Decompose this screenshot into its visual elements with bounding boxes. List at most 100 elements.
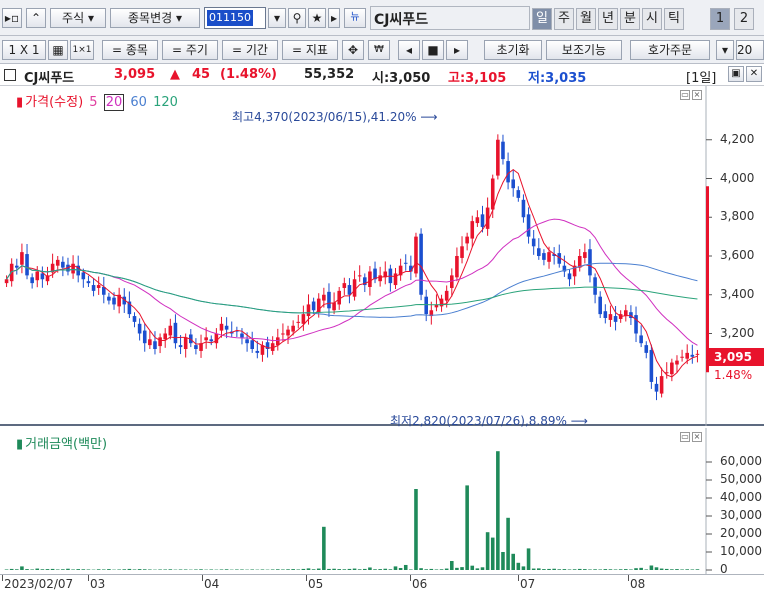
order-button[interactable]: 호가주문	[630, 40, 710, 60]
grid-icon[interactable]: ▦	[48, 40, 68, 60]
candle-body	[613, 316, 618, 322]
favorite-star-icon[interactable]: ★	[308, 8, 326, 28]
candle-body	[96, 285, 101, 288]
candle-body	[332, 302, 336, 311]
close-icon[interactable]: ✕	[746, 66, 762, 82]
candle-body	[542, 253, 546, 260]
stock-code-input[interactable]: 011150	[204, 7, 266, 29]
ratio-button[interactable]: 1 X 1	[2, 40, 46, 60]
volume-bar	[81, 569, 86, 570]
tab-period-3[interactable]: 년	[598, 8, 618, 30]
volume-bar	[332, 568, 336, 570]
volume-bar	[470, 565, 475, 570]
volume-bar	[66, 568, 70, 570]
volume-bar	[327, 568, 331, 570]
candle-body	[209, 339, 214, 342]
tab-period-0[interactable]: 일	[532, 8, 552, 30]
candle-body	[675, 360, 679, 365]
volume-bar	[450, 561, 454, 570]
tab-num-1[interactable]: 2	[734, 8, 754, 30]
top-toolbar: ▸▫ ⌃ 주식 ▾ 종목변경 ▾ 011150 ▾ ⚲ ★ ▸ 뉴 CJ씨푸드 …	[0, 0, 764, 36]
price-chart-svg	[4, 86, 712, 426]
x-tick-mark	[410, 575, 411, 581]
code-dropdown-button[interactable]: ▾	[268, 8, 286, 28]
x-tick-label: 2023/02/07	[4, 577, 74, 591]
candle-body	[25, 254, 29, 276]
volume-bar	[613, 569, 618, 570]
maximize-icon[interactable]: ▣	[728, 66, 744, 82]
volume-tick-label: 60,000	[720, 454, 762, 468]
candle-body	[424, 296, 428, 315]
tab-period-2[interactable]: 월	[576, 8, 596, 30]
items-button[interactable]: = 종목	[102, 40, 158, 60]
news-icon[interactable]: 뉴	[344, 8, 366, 28]
candle-body	[311, 301, 316, 311]
volume-bar	[434, 569, 439, 570]
scroll-up-button[interactable]: ⌃	[26, 8, 46, 28]
volume-bar	[516, 562, 521, 570]
volume-bar	[107, 569, 111, 570]
reset-button[interactable]: 초기화	[484, 40, 542, 60]
volume-bar	[20, 566, 24, 570]
range-button[interactable]: = 기간	[222, 40, 278, 60]
candle-body	[306, 304, 311, 317]
candle-body	[9, 263, 14, 282]
move-icon[interactable]: ✥	[342, 40, 364, 60]
volume-bar	[194, 569, 198, 570]
tab-period-1[interactable]: 주	[554, 8, 574, 30]
won-icon[interactable]: ₩	[368, 40, 390, 60]
tab-period-6[interactable]: 틱	[664, 8, 684, 30]
volume-bar	[86, 569, 91, 570]
volume-bar	[25, 569, 29, 570]
candle-body	[531, 238, 536, 247]
volume-bar	[306, 568, 311, 570]
candle-body	[567, 273, 572, 280]
candle-body	[286, 329, 290, 336]
select-checkbox[interactable]	[4, 69, 16, 81]
candle-body	[55, 259, 60, 266]
candle-body	[158, 337, 162, 347]
volume-bar	[383, 568, 388, 570]
change-stock-select[interactable]: 종목변경 ▾	[110, 8, 200, 28]
search-icon[interactable]: ⚲	[288, 8, 306, 28]
candle-body	[40, 273, 45, 280]
volume-bar	[40, 569, 45, 570]
volume-bar	[322, 526, 326, 570]
tab-num-0[interactable]: 1	[710, 8, 730, 30]
tab-period-4[interactable]: 분	[620, 8, 640, 30]
candle-body	[654, 383, 659, 392]
prev-button[interactable]: ◂	[398, 40, 420, 60]
market-select[interactable]: 주식 ▾	[50, 8, 106, 28]
volume-bar	[347, 568, 352, 570]
play-button[interactable]: ▸	[446, 40, 468, 60]
volume-bar	[260, 569, 265, 570]
candle-body	[588, 249, 592, 276]
tab-period-5[interactable]: 시	[642, 8, 662, 30]
count-dropdown-icon[interactable]: ▾	[716, 40, 734, 60]
candle-body	[685, 352, 689, 359]
count-input[interactable]: 20	[736, 40, 764, 60]
period-button[interactable]: = 주기	[162, 40, 218, 60]
candle-body	[690, 354, 695, 357]
volume-bar	[270, 569, 275, 570]
volume-bar	[168, 569, 173, 570]
next-stock-button[interactable]: ▸	[328, 8, 340, 28]
volume-bar	[117, 569, 121, 570]
indicator-button[interactable]: = 지표	[282, 40, 338, 60]
panel-toggle-button[interactable]: ▸▫	[2, 8, 22, 28]
volume-chart-svg	[4, 428, 712, 574]
volume-bar	[455, 567, 459, 570]
stop-button[interactable]: ■	[422, 40, 444, 60]
volume-bar	[240, 569, 244, 570]
volume-bar	[281, 569, 285, 570]
volume-bar	[178, 569, 183, 570]
single-view-icon[interactable]: 1×1	[70, 40, 94, 60]
candle-body	[20, 252, 24, 265]
price-range-bar	[706, 186, 709, 373]
volume-tick-label: 10,000	[720, 544, 762, 558]
aux-function-button[interactable]: 보조기능	[546, 40, 622, 60]
volume-tick-label: 30,000	[720, 508, 762, 522]
candle-body	[240, 333, 244, 338]
volume-bar	[583, 569, 587, 570]
volume-bar	[634, 568, 638, 570]
